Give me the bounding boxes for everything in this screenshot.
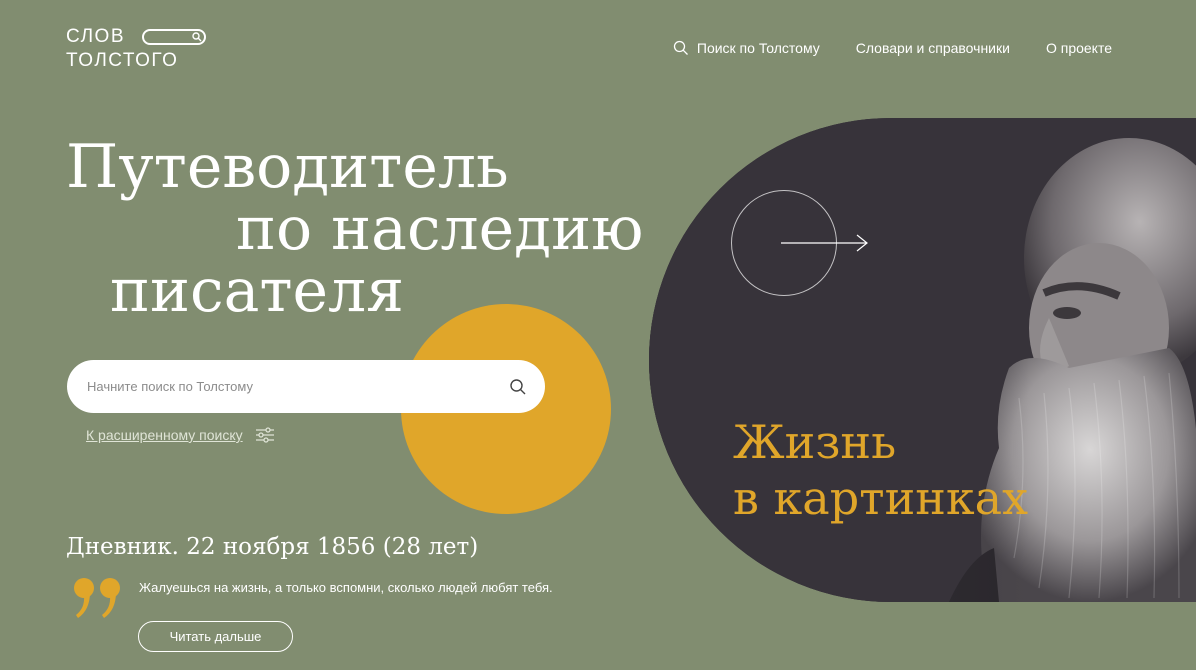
- read-more-button[interactable]: Читать дальше: [138, 621, 293, 652]
- hero-line-3: писателя: [110, 256, 405, 326]
- life-in-pictures-line-2: в картинках: [733, 471, 1029, 525]
- main-nav: Поиск по Толстому Словари и справочники …: [673, 40, 1112, 56]
- logo-line-2: ТОЛСТОГО: [66, 50, 179, 71]
- arrow-right-icon[interactable]: [781, 231, 871, 255]
- search-input[interactable]: [85, 378, 507, 395]
- search-submit-button[interactable]: [507, 376, 529, 398]
- nav-about-label: О проекте: [1045, 40, 1112, 56]
- nav-about-link[interactable]: О проекте: [1046, 40, 1112, 56]
- search-icon: [673, 40, 688, 55]
- filter-sliders-icon: [255, 427, 274, 443]
- tolstoy-portrait-image: [649, 118, 1196, 602]
- nav-dictionaries-link[interactable]: Словари и справочники: [856, 40, 1010, 56]
- nav-dictionaries-label: Словари и справочники: [855, 40, 1010, 56]
- diary-entry-title: Дневник. 22 ноября 1856 (28 лет): [66, 534, 479, 560]
- life-in-pictures-title: Жизнь в картинках: [733, 414, 1028, 526]
- hero-line-1: Путеводитель: [66, 132, 509, 202]
- logo-search-pill: [142, 29, 206, 45]
- quote-icon: [74, 578, 120, 618]
- nav-search-link[interactable]: Поиск по Толстому: [673, 40, 820, 56]
- life-in-pictures-panel[interactable]: Жизнь в картинках: [649, 118, 1196, 602]
- advanced-search-link[interactable]: К расширенному поиску: [86, 427, 275, 443]
- nav-search-label: Поиск по Толстому: [696, 40, 820, 56]
- search-bar: [67, 360, 545, 413]
- diary-quote: Жалуешься на жизнь, а только вспомни, ск…: [139, 580, 553, 595]
- advanced-search-label: К расширенному поиску: [86, 427, 243, 443]
- logo-search-icon: [192, 32, 202, 42]
- life-in-pictures-line-1: Жизнь: [733, 415, 897, 469]
- hero-line-2: по наследию: [236, 194, 644, 264]
- site-logo[interactable]: СЛОВ ТОЛСТОГО: [66, 26, 216, 76]
- logo-line-1: СЛОВ: [66, 26, 126, 47]
- hero-headline: Путеводитель по наследию писателя: [66, 136, 666, 322]
- search-icon: [510, 378, 526, 394]
